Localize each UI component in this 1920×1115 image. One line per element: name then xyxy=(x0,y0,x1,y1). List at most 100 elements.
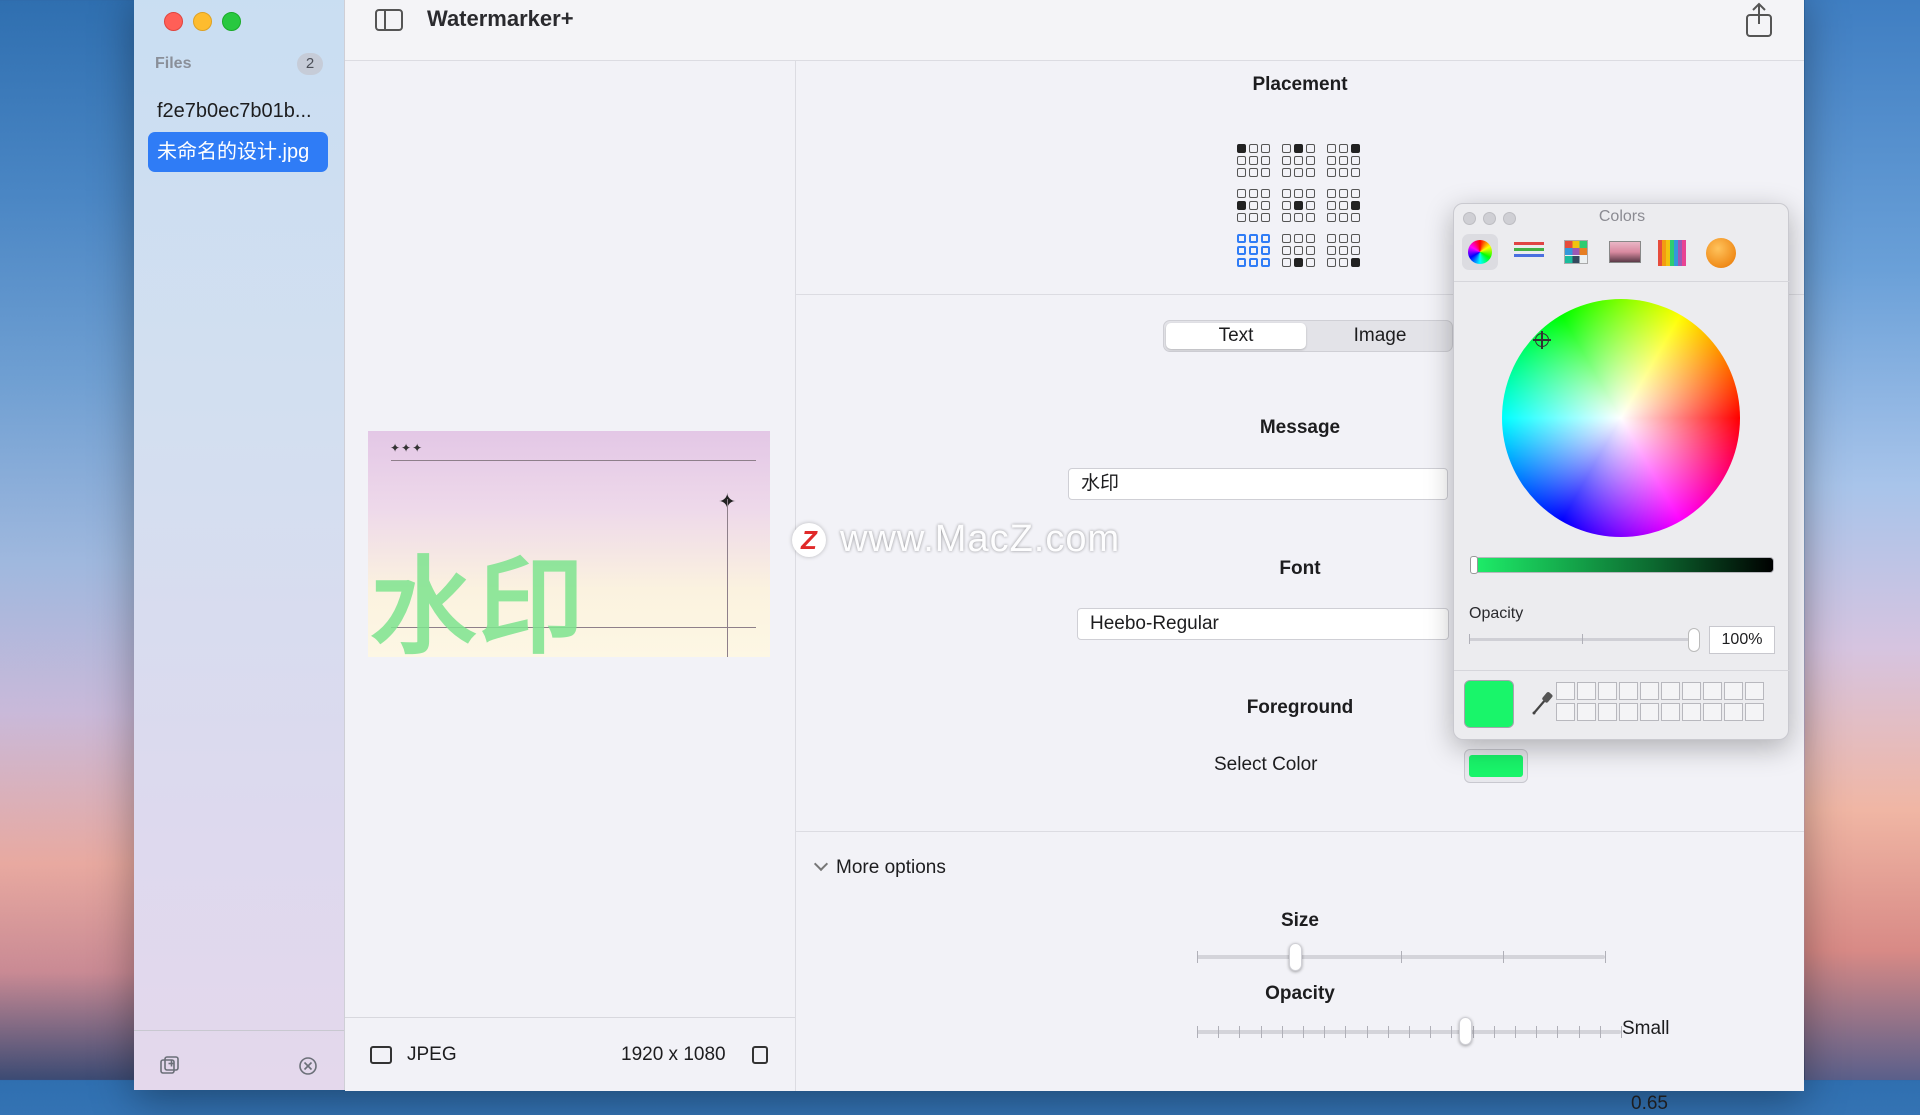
placement-grid-cell[interactable] xyxy=(1327,189,1336,198)
color-wheel-mode-button[interactable] xyxy=(1462,234,1498,270)
saved-swatch-slot[interactable] xyxy=(1724,682,1743,700)
placement-grid-cell[interactable] xyxy=(1339,234,1348,243)
placement-grid-cell[interactable] xyxy=(1249,189,1258,198)
file-list-item[interactable]: f2e7b0ec7b01b... xyxy=(148,91,328,131)
placement-grid-cell[interactable] xyxy=(1261,189,1270,198)
placement-grid-cell[interactable] xyxy=(1339,156,1348,165)
placement-grid-cell[interactable] xyxy=(1249,156,1258,165)
placement-grid-cell[interactable] xyxy=(1249,144,1258,153)
saved-swatch-slot[interactable] xyxy=(1661,703,1680,721)
placement-grid-cell[interactable] xyxy=(1237,168,1246,177)
placement-grid-cell[interactable] xyxy=(1351,189,1360,198)
saved-swatch-slot[interactable] xyxy=(1598,703,1617,721)
brightness-slider-knob[interactable] xyxy=(1470,556,1478,574)
placement-grid-cell[interactable] xyxy=(1327,168,1336,177)
placement-grid-cell[interactable] xyxy=(1261,246,1270,255)
placement-grid-cell[interactable] xyxy=(1294,234,1303,243)
placement-grid-cell[interactable] xyxy=(1306,246,1315,255)
saved-swatch-slot[interactable] xyxy=(1640,703,1659,721)
font-field[interactable]: Heebo-Regular xyxy=(1077,608,1449,640)
placement-grid-cell[interactable] xyxy=(1249,258,1258,267)
placement-grid-cell[interactable] xyxy=(1294,168,1303,177)
saved-swatch-slot[interactable] xyxy=(1682,682,1701,700)
placement-grid-cell[interactable] xyxy=(1237,258,1246,267)
placement-grid-cell[interactable] xyxy=(1306,201,1315,210)
saved-swatch-slot[interactable] xyxy=(1703,703,1722,721)
zoom-window-button[interactable] xyxy=(222,12,241,31)
placement-grid-cell[interactable] xyxy=(1261,168,1270,177)
placement-grid-cell[interactable] xyxy=(1327,234,1336,243)
pencils-mode-button[interactable] xyxy=(1654,234,1690,270)
placement-grid-cell[interactable] xyxy=(1351,258,1360,267)
placement-grid-cell[interactable] xyxy=(1294,189,1303,198)
saved-swatch-slot[interactable] xyxy=(1598,682,1617,700)
colors-opacity-field[interactable]: 100% xyxy=(1709,626,1775,654)
placement-grid-cell[interactable] xyxy=(1282,246,1291,255)
tab-image[interactable]: Image xyxy=(1310,323,1450,349)
current-color-swatch[interactable] xyxy=(1464,680,1514,728)
image-palettes-mode-button[interactable] xyxy=(1606,234,1642,270)
colors-panel-zoom-button[interactable] xyxy=(1503,212,1516,225)
placement-grid-cell[interactable] xyxy=(1282,201,1291,210)
saved-swatch-slot[interactable] xyxy=(1661,682,1680,700)
tab-text[interactable]: Text xyxy=(1166,323,1306,349)
placement-grid-cell[interactable] xyxy=(1294,144,1303,153)
placement-grid-cell[interactable] xyxy=(1294,246,1303,255)
placement-grid-cell[interactable] xyxy=(1351,213,1360,222)
placement-grid-cell[interactable] xyxy=(1249,234,1258,243)
placement-grid-cell[interactable] xyxy=(1327,201,1336,210)
placement-grid-cell[interactable] xyxy=(1249,213,1258,222)
saved-swatch-slot[interactable] xyxy=(1724,703,1743,721)
foreground-color-well[interactable] xyxy=(1464,749,1528,783)
saved-swatch-slot[interactable] xyxy=(1577,682,1596,700)
placement-grid-cell[interactable] xyxy=(1294,156,1303,165)
placement-grid-cell[interactable] xyxy=(1327,213,1336,222)
saved-swatch-slot[interactable] xyxy=(1556,682,1575,700)
placement-grid-cell[interactable] xyxy=(1339,258,1348,267)
placement-grid[interactable] xyxy=(1237,144,1365,272)
placement-grid-cell[interactable] xyxy=(1351,234,1360,243)
placement-grid-cell[interactable] xyxy=(1282,258,1291,267)
brightness-slider[interactable] xyxy=(1470,557,1774,573)
placement-grid-cell[interactable] xyxy=(1249,201,1258,210)
more-options-disclosure[interactable]: More options xyxy=(813,856,946,879)
placement-grid-cell[interactable] xyxy=(1294,258,1303,267)
placement-grid-cell[interactable] xyxy=(1339,189,1348,198)
placement-grid-cell[interactable] xyxy=(1237,189,1246,198)
placement-grid-cell[interactable] xyxy=(1306,234,1315,243)
saved-swatch-slot[interactable] xyxy=(1745,703,1764,721)
placement-grid-cell[interactable] xyxy=(1339,168,1348,177)
placement-grid-cell[interactable] xyxy=(1294,201,1303,210)
saved-swatch-slot[interactable] xyxy=(1703,682,1722,700)
message-input[interactable]: 水印 xyxy=(1068,468,1448,500)
placement-grid-cell[interactable] xyxy=(1282,144,1291,153)
share-icon[interactable] xyxy=(1744,2,1774,38)
close-window-button[interactable] xyxy=(164,12,183,31)
crayons-mode-button[interactable] xyxy=(1702,234,1738,270)
placement-grid-cell[interactable] xyxy=(1237,156,1246,165)
placement-grid-cell[interactable] xyxy=(1261,144,1270,153)
colors-panel-minimize-button[interactable] xyxy=(1483,212,1496,225)
placement-grid-cell[interactable] xyxy=(1327,258,1336,267)
placement-grid-cell[interactable] xyxy=(1306,258,1315,267)
placement-grid-cell[interactable] xyxy=(1351,246,1360,255)
placement-grid-cell[interactable] xyxy=(1249,168,1258,177)
placement-grid-cell[interactable] xyxy=(1339,201,1348,210)
placement-grid-cell[interactable] xyxy=(1351,168,1360,177)
placement-grid-cell[interactable] xyxy=(1261,156,1270,165)
placement-grid-cell[interactable] xyxy=(1339,144,1348,153)
placement-grid-cell[interactable] xyxy=(1339,213,1348,222)
eyedropper-icon[interactable] xyxy=(1530,689,1554,717)
placement-grid-cell[interactable] xyxy=(1306,156,1315,165)
placement-grid-cell[interactable] xyxy=(1282,189,1291,198)
saved-swatch-slot[interactable] xyxy=(1556,703,1575,721)
placement-grid-cell[interactable] xyxy=(1282,213,1291,222)
opacity-slider-knob[interactable] xyxy=(1459,1017,1472,1045)
placement-grid-cell[interactable] xyxy=(1237,213,1246,222)
saved-swatch-slot[interactable] xyxy=(1682,703,1701,721)
placement-grid-cell[interactable] xyxy=(1306,168,1315,177)
sidebar-toggle-icon[interactable] xyxy=(375,9,403,31)
size-slider-knob[interactable] xyxy=(1289,943,1302,971)
placement-grid-cell[interactable] xyxy=(1261,234,1270,243)
saved-swatch-slot[interactable] xyxy=(1640,682,1659,700)
